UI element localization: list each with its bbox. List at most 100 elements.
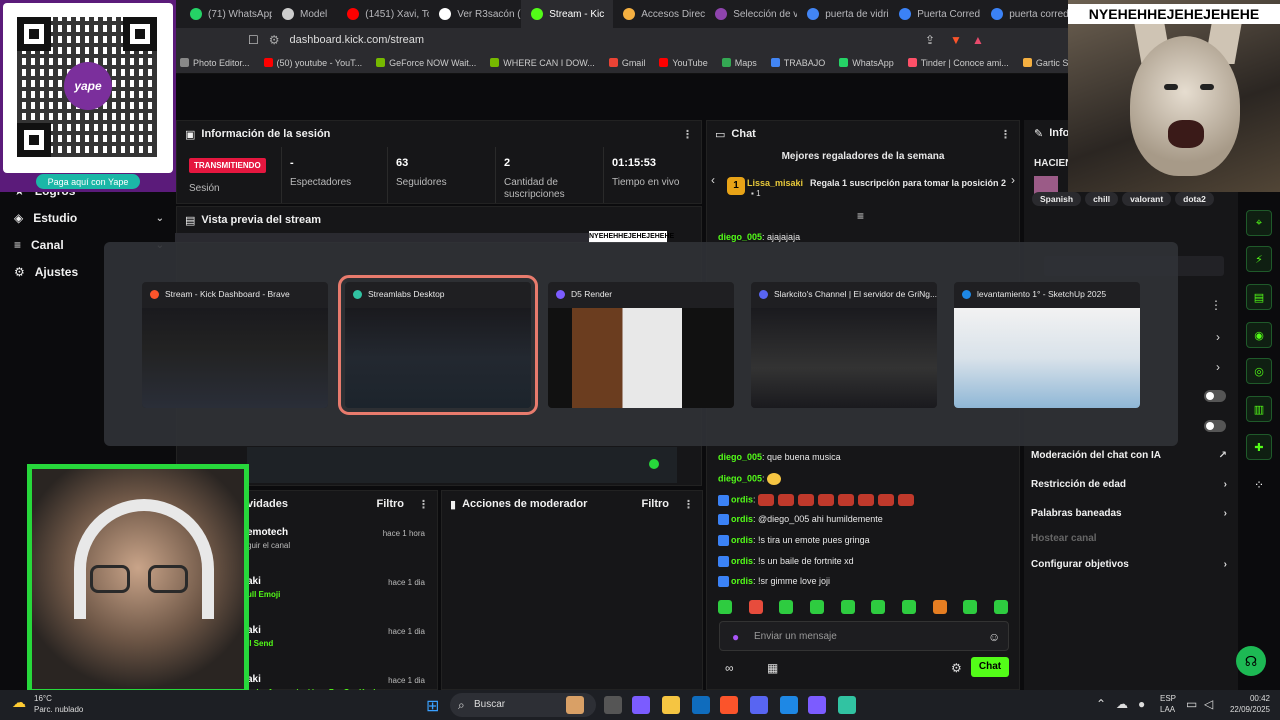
d5-render-icon[interactable] [808, 696, 826, 714]
sketchup-icon[interactable] [780, 696, 798, 714]
browser-tab[interactable]: (71) WhatsApp [180, 0, 272, 28]
file-explorer-icon[interactable] [662, 696, 680, 714]
stream-setting-item[interactable]: Restricción de edad › [1031, 479, 1227, 490]
chat-message[interactable]: diego_005: ajajajaja [718, 232, 800, 242]
clipboard-icon[interactable]: ▤ [1246, 284, 1272, 310]
emote-icon[interactable] [993, 600, 1008, 614]
browser-tab[interactable]: Accesos Direct [613, 0, 705, 28]
browser-tab[interactable]: (1451) Xavi, Tor [337, 0, 429, 28]
pin-icon[interactable]: ≡ [857, 209, 864, 223]
stream-tag[interactable]: Spanish [1032, 192, 1082, 206]
chevron-up-icon[interactable]: ⌃ [1096, 697, 1106, 711]
bookmark-item[interactable]: YouTube [659, 58, 708, 68]
chat-message[interactable]: ordis: !sr gimme love joji [718, 576, 830, 588]
chevron-right-icon[interactable]: › [1216, 360, 1220, 374]
chat-username[interactable]: ordis [731, 576, 753, 586]
stream-tag[interactable]: valorant [1122, 192, 1172, 206]
more-options-icon[interactable]: ⋮ [683, 498, 694, 511]
emote-icon[interactable] [840, 600, 855, 614]
streamlabs-icon[interactable] [838, 696, 856, 714]
language-code[interactable]: ESP [1160, 694, 1176, 703]
stream-setting-item[interactable]: Configurar objetivos › [1031, 559, 1227, 570]
bookmark-item[interactable]: Gmail [608, 58, 645, 68]
browser-tab[interactable]: Stream - Kic [521, 0, 614, 28]
bookmark-item[interactable]: Maps [721, 58, 757, 68]
emote-icon[interactable] [748, 600, 763, 614]
bookmark-item[interactable]: WHERE CAN I DOW... [490, 58, 595, 68]
send-chat-button[interactable]: Chat [971, 657, 1009, 677]
share-icon[interactable]: ⇪ [925, 33, 935, 47]
more-options-icon[interactable]: ⋮ [1210, 298, 1222, 312]
bookmark-icon[interactable]: ☐ [248, 33, 259, 47]
moderator-filter-button[interactable]: Filtro [642, 498, 670, 510]
layout-icon[interactable]: ▥ [1246, 396, 1272, 422]
taskbar-app-icon[interactable] [566, 696, 584, 714]
switcher-window[interactable]: levantamiento 1° - SketchUp 2025 [954, 282, 1140, 408]
chat-username[interactable]: diego_005 [718, 473, 762, 483]
chat-message[interactable]: ordis: !s tira un emote pues gringa [718, 535, 870, 547]
chat-username[interactable]: ordis [731, 535, 753, 545]
browser-tab[interactable]: Puerta Corred [889, 0, 981, 28]
bookmark-item[interactable]: WhatsApp [839, 58, 894, 68]
brave-rewards-icon[interactable]: ▲ [972, 33, 984, 47]
bookmark-item[interactable]: Tinder | Conoce ami... [907, 58, 1009, 68]
dots-icon[interactable]: ⁘ [1254, 478, 1264, 492]
emote-row[interactable] [718, 600, 1008, 616]
browser-tab[interactable]: puerta corredi [981, 0, 1073, 28]
scan-icon[interactable]: ⌖ [1246, 210, 1272, 236]
weather-desc[interactable]: Parc. nublado [34, 705, 83, 714]
chat-username[interactable]: diego_005 [718, 232, 762, 242]
chat-username[interactable]: ordis [731, 494, 753, 504]
switcher-window[interactable]: Slarkcito's Channel | El servidor de Gri… [751, 282, 937, 408]
chat-input[interactable]: ● Enviar un mensaje ☺ [719, 621, 1009, 651]
emoji-icon[interactable]: ☺ [988, 630, 1000, 644]
bookmark-item[interactable]: GeForce NOW Wait... [376, 58, 476, 68]
emote-icon[interactable] [932, 600, 947, 614]
chat-username[interactable]: ordis [731, 556, 753, 566]
stream-setting-item[interactable]: Moderación del chat con IA ↗ [1031, 450, 1227, 461]
discord-icon[interactable] [750, 696, 768, 714]
flash-icon[interactable]: ⚡ [1246, 246, 1272, 272]
weather-icon[interactable]: ☁ [12, 694, 26, 711]
stream-setting-item[interactable]: Palabras baneadas › [1031, 508, 1227, 519]
chat-message[interactable]: diego_005: que buena musica [718, 452, 841, 462]
mic-icon[interactable]: ● [732, 630, 739, 644]
switcher-window[interactable]: Streamlabs Desktop [338, 275, 538, 415]
chevron-down-icon[interactable]: ⌄ [156, 213, 164, 224]
chat-settings-icon[interactable]: ⚙ [951, 661, 962, 675]
activity-row[interactable]: aki ull Emoji hace 1 dia [247, 576, 433, 616]
activity-row[interactable]: emotech guir el canal hace 1 hora [247, 527, 433, 567]
gift-cta[interactable]: Regala 1 suscripción para tomar la posic… [807, 178, 1009, 188]
emote-icon[interactable] [809, 600, 824, 614]
emote-icon[interactable] [901, 600, 916, 614]
clock-time[interactable]: 00:42 [1220, 694, 1270, 703]
more-options-icon[interactable]: ⋮ [418, 498, 429, 511]
chevron-right-icon[interactable]: › [1224, 479, 1227, 490]
support-icon[interactable]: ☊ [1236, 646, 1266, 676]
next-arrow-icon[interactable]: › [1011, 173, 1015, 187]
more-options-icon[interactable]: ⋮ [1000, 128, 1011, 141]
top-gifter-name[interactable]: Lissa_misaki [747, 178, 803, 188]
stream-tag[interactable]: dota2 [1175, 192, 1214, 206]
toggle-switch[interactable] [1204, 420, 1226, 432]
emote-icon[interactable] [963, 600, 978, 614]
prev-arrow-icon[interactable]: ‹ [711, 173, 715, 187]
stream-setting-item[interactable]: Hostear canal [1031, 533, 1227, 544]
broadcast-icon[interactable]: ◎ [1246, 358, 1272, 384]
chat-message[interactable]: diego_005: [718, 473, 782, 485]
chat-bubble-icon[interactable]: ◉ [1246, 322, 1272, 348]
brave-icon[interactable] [720, 696, 738, 714]
loyalty-icon[interactable]: ∞ [725, 661, 734, 675]
wrench-icon[interactable]: ✚ [1246, 434, 1272, 460]
clock-date[interactable]: 22/09/2025 [1220, 705, 1270, 714]
activity-row[interactable]: aki ll Send hace 1 dia [247, 625, 433, 665]
cloud-icon[interactable]: ☁ [1116, 697, 1128, 711]
task-view-icon[interactable] [604, 696, 622, 714]
activities-filter-button[interactable]: Filtro [377, 498, 405, 510]
language-layout[interactable]: LAA [1160, 705, 1175, 714]
browser-tab[interactable]: Selección de v [705, 0, 797, 28]
toggle-switch[interactable] [1204, 390, 1226, 402]
bookmark-item[interactable]: TRABAJO [770, 58, 825, 68]
windows-start-icon[interactable]: ⊞ [426, 696, 439, 716]
sidebar-item[interactable]: ◈ Estudio ⌄ [14, 211, 164, 225]
